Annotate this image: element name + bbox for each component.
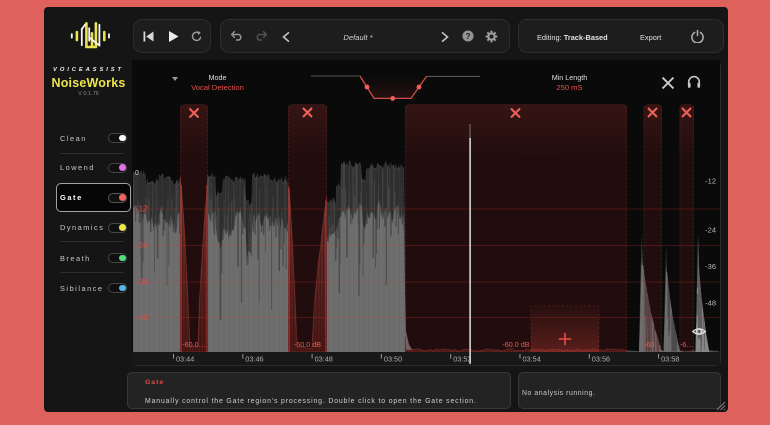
svg-text:-24: -24 — [705, 226, 716, 235]
svg-text:-48: -48 — [136, 313, 147, 322]
svg-text:03:58: 03:58 — [661, 355, 679, 364]
svg-text:03:46: 03:46 — [245, 355, 263, 364]
svg-text:03:52: 03:52 — [453, 355, 471, 364]
svg-text:03:50: 03:50 — [384, 355, 402, 364]
svg-text:-12: -12 — [136, 205, 147, 214]
svg-text:0: 0 — [135, 170, 139, 177]
svg-text:-48: -48 — [705, 299, 716, 308]
svg-text:-60.0 dB: -60.0 dB — [294, 340, 321, 349]
svg-text:?: ? — [466, 32, 471, 41]
svg-text:-60.0…: -60.0… — [182, 340, 206, 349]
svg-text:-36: -36 — [136, 278, 147, 287]
svg-text:03:48: 03:48 — [315, 355, 333, 364]
svg-text:-6…: -6… — [680, 340, 694, 349]
svg-text:-60.0 dB: -60.0 dB — [502, 340, 529, 349]
svg-text:03:56: 03:56 — [592, 355, 610, 364]
svg-text:-60…: -60… — [644, 340, 662, 349]
svg-text:03:44: 03:44 — [176, 355, 194, 364]
svg-text:-36: -36 — [705, 262, 716, 271]
svg-text:-12: -12 — [705, 177, 716, 186]
svg-text:03:54: 03:54 — [523, 355, 541, 364]
svg-text:-24: -24 — [136, 241, 148, 250]
